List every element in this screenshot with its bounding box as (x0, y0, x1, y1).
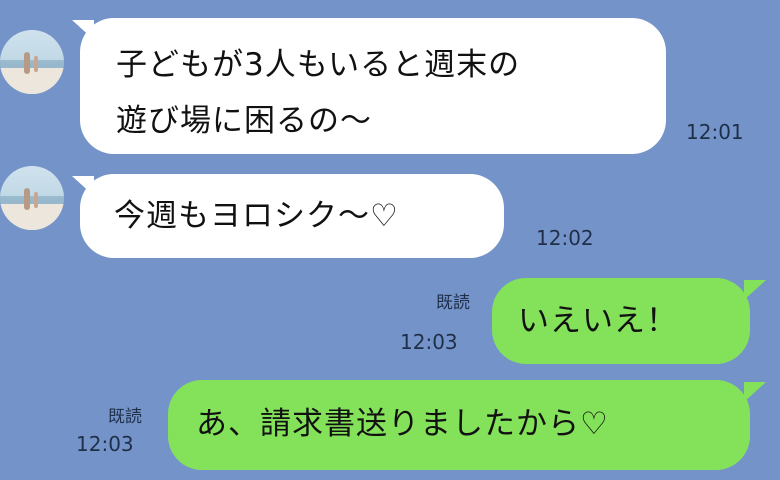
contact-avatar[interactable] (0, 166, 64, 230)
message-text-line: 遊び場に困るの〜 (116, 103, 372, 139)
message-text-line: あ、請求書送りましたから♡ (196, 406, 609, 442)
bubble-tail (744, 280, 766, 300)
message-text-line: 子どもが3人もいると週末の (116, 47, 521, 83)
read-receipt: 既読 (436, 293, 470, 313)
message-text-line: いえいえ！ (518, 303, 678, 339)
message-bubble-outgoing[interactable]: いえいえ！ (492, 278, 750, 364)
message-text-line: 今週もヨロシク〜♡ (114, 198, 399, 234)
message-bubble-outgoing[interactable]: あ、請求書送りましたから♡ (168, 380, 750, 470)
read-receipt: 既読 (108, 407, 142, 427)
contact-avatar[interactable] (0, 30, 64, 94)
message-bubble-incoming[interactable]: 今週もヨロシク〜♡ (80, 174, 504, 258)
message-timestamp: 12:03 (400, 330, 458, 354)
message-timestamp: 12:03 (76, 432, 134, 456)
bubble-tail (744, 382, 766, 402)
message-timestamp: 12:01 (686, 120, 744, 144)
message-timestamp: 12:02 (536, 226, 594, 250)
message-bubble-incoming[interactable]: 子どもが3人もいると週末の 遊び場に困るの〜 (80, 18, 666, 154)
